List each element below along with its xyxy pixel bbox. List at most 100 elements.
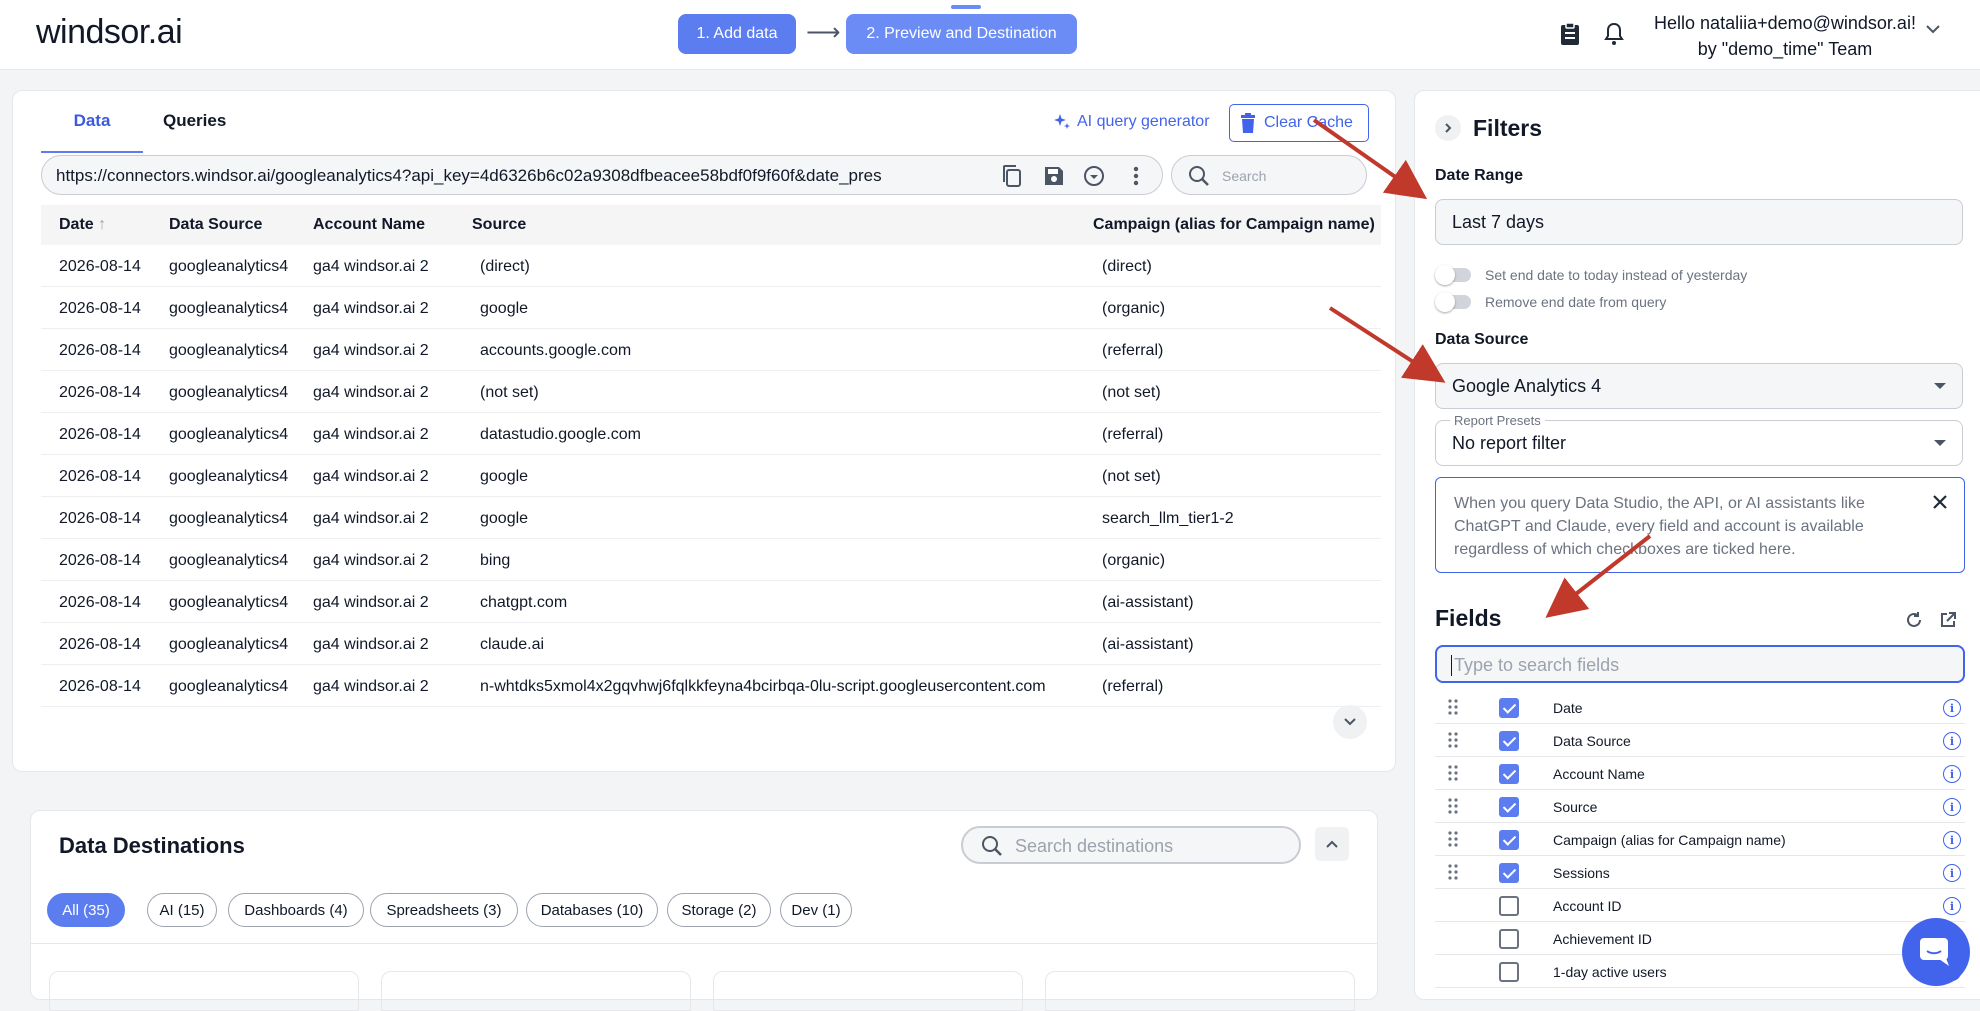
data-destinations-card: Data Destinations Search destinations Al… bbox=[30, 810, 1378, 1011]
greeting-line-2: by "demo_time" Team bbox=[1697, 39, 1873, 59]
ai-query-generator-link[interactable]: AI query generator bbox=[1053, 113, 1210, 131]
destination-tile[interactable] bbox=[1045, 971, 1355, 1011]
field-row[interactable]: Campaign (alias for Campaign name) i bbox=[1435, 823, 1965, 856]
destination-chip[interactable]: All (35) bbox=[47, 893, 125, 927]
info-icon[interactable]: i bbox=[1943, 864, 1961, 882]
field-checkbox[interactable] bbox=[1499, 896, 1519, 916]
column-header-source[interactable]: Source bbox=[472, 216, 526, 234]
destinations-search-input[interactable]: Search destinations bbox=[961, 826, 1301, 864]
info-icon[interactable]: i bbox=[1943, 732, 1961, 750]
more-vertical-icon[interactable] bbox=[1124, 164, 1148, 188]
info-icon[interactable]: i bbox=[1943, 831, 1961, 849]
table-row[interactable]: 2026-08-14 googleanalytics4 ga4 windsor.ai… bbox=[41, 497, 1381, 539]
field-row[interactable]: Source i bbox=[1435, 790, 1965, 823]
clear-cache-button[interactable]: Clear Cache bbox=[1229, 104, 1369, 142]
open-external-icon[interactable] bbox=[1937, 609, 1959, 631]
field-search-input[interactable]: Type to search fields bbox=[1435, 645, 1965, 683]
field-checkbox[interactable] bbox=[1499, 731, 1519, 751]
field-row[interactable]: Data Source i bbox=[1435, 724, 1965, 757]
field-checkbox[interactable] bbox=[1499, 797, 1519, 817]
column-header-campaign[interactable]: Campaign (alias for Campaign name) bbox=[1093, 216, 1375, 234]
sort-arrow-up-icon[interactable]: ↑ bbox=[98, 216, 106, 233]
column-header-account-name[interactable]: Account Name bbox=[313, 216, 425, 234]
toggle-switch[interactable] bbox=[1435, 265, 1471, 285]
save-icon[interactable] bbox=[1042, 164, 1066, 188]
step-preview-destination-button[interactable]: 2. Preview and Destination bbox=[846, 14, 1077, 54]
table-row[interactable]: 2026-08-14 googleanalytics4 ga4 windsor.ai… bbox=[41, 455, 1381, 497]
info-icon[interactable]: i bbox=[1943, 699, 1961, 717]
destination-chip[interactable]: Dashboards (4) bbox=[228, 893, 364, 927]
collapse-button[interactable] bbox=[1315, 827, 1349, 861]
toggle-end-date-today[interactable]: Set end date to today instead of yesterd… bbox=[1435, 265, 1747, 285]
close-icon[interactable] bbox=[1932, 494, 1948, 517]
clipboard-icon[interactable] bbox=[1556, 20, 1584, 48]
column-header-date[interactable]: Date ↑ bbox=[59, 216, 106, 234]
drag-handle-icon[interactable] bbox=[1447, 765, 1459, 781]
expand-button[interactable] bbox=[1333, 705, 1367, 739]
field-checkbox[interactable] bbox=[1499, 863, 1519, 883]
logo[interactable]: windsor.ai bbox=[36, 13, 183, 52]
toggle-remove-end-date[interactable]: Remove end date from query bbox=[1435, 292, 1666, 312]
destination-chip[interactable]: Databases (10) bbox=[526, 893, 658, 927]
info-icon[interactable]: i bbox=[1943, 765, 1961, 783]
date-range-value: Last 7 days bbox=[1452, 212, 1545, 232]
table-row[interactable]: 2026-08-14 googleanalytics4 ga4 windsor.ai… bbox=[41, 245, 1381, 287]
destination-tile[interactable] bbox=[713, 971, 1023, 1011]
toggle-switch[interactable] bbox=[1435, 292, 1471, 312]
drag-handle-icon[interactable] bbox=[1447, 699, 1459, 715]
query-url-field[interactable]: https://connectors.windsor.ai/googleanal… bbox=[41, 155, 1163, 195]
chevron-down-icon[interactable] bbox=[1924, 22, 1942, 40]
field-checkbox[interactable] bbox=[1499, 764, 1519, 784]
field-row[interactable]: Sessions i bbox=[1435, 856, 1965, 889]
refresh-icon[interactable] bbox=[1903, 609, 1925, 631]
destination-tile[interactable] bbox=[49, 971, 359, 1011]
cell-account-name: ga4 windsor.ai 2 bbox=[313, 300, 429, 317]
user-greeting[interactable]: Hello nataliia+demo@windsor.ai! by "demo… bbox=[1640, 10, 1930, 62]
field-row[interactable]: Date i bbox=[1435, 691, 1965, 724]
table-row[interactable]: 2026-08-14 googleanalytics4 ga4 windsor.ai… bbox=[41, 581, 1381, 623]
chat-support-button[interactable] bbox=[1902, 918, 1970, 986]
copy-icon[interactable] bbox=[1000, 164, 1024, 188]
table-row[interactable]: 2026-08-14 googleanalytics4 ga4 windsor.ai… bbox=[41, 371, 1381, 413]
drag-handle-icon[interactable] bbox=[1447, 732, 1459, 748]
field-checkbox[interactable] bbox=[1499, 962, 1519, 982]
destination-tile[interactable] bbox=[381, 971, 691, 1011]
info-notice-text: When you query Data Studio, the API, or … bbox=[1454, 495, 1865, 558]
field-row[interactable]: Account ID i bbox=[1435, 889, 1965, 922]
chevron-right-icon[interactable] bbox=[1435, 115, 1461, 141]
table-row[interactable]: 2026-08-14 googleanalytics4 ga4 windsor.ai… bbox=[41, 623, 1381, 665]
table-row[interactable]: 2026-08-14 googleanalytics4 ga4 windsor.ai… bbox=[41, 539, 1381, 581]
chevron-down-icon bbox=[1344, 718, 1356, 726]
drag-handle-icon[interactable] bbox=[1447, 798, 1459, 814]
table-row[interactable]: 2026-08-14 googleanalytics4 ga4 windsor.ai… bbox=[41, 329, 1381, 371]
field-checkbox[interactable] bbox=[1499, 830, 1519, 850]
info-icon[interactable]: i bbox=[1943, 897, 1961, 915]
data-source-select[interactable]: Google Analytics 4 bbox=[1435, 363, 1963, 409]
step-add-data-button[interactable]: 1. Add data bbox=[678, 14, 796, 54]
field-row[interactable]: Achievement IDi bbox=[1435, 922, 1965, 955]
date-range-select[interactable]: Last 7 days bbox=[1435, 199, 1963, 245]
destination-chip[interactable]: Spreadsheets (3) bbox=[370, 893, 518, 927]
bell-icon[interactable] bbox=[1600, 20, 1628, 48]
info-icon[interactable]: i bbox=[1943, 798, 1961, 816]
table-row[interactable]: 2026-08-14 googleanalytics4 ga4 windsor.ai… bbox=[41, 287, 1381, 329]
tab-data[interactable]: Data bbox=[41, 111, 143, 153]
field-checkbox[interactable] bbox=[1499, 929, 1519, 949]
destination-chip[interactable]: Storage (2) bbox=[667, 893, 771, 927]
report-presets-select[interactable]: Report Presets No report filter bbox=[1435, 413, 1963, 466]
field-row[interactable]: 1-day active usersi bbox=[1435, 955, 1965, 988]
table-search-input[interactable]: Search bbox=[1171, 155, 1367, 195]
column-header-data-source[interactable]: Data Source bbox=[169, 216, 262, 234]
field-checkbox[interactable] bbox=[1499, 698, 1519, 718]
drag-handle-icon[interactable] bbox=[1447, 831, 1459, 847]
destination-chip[interactable]: Dev (1) bbox=[780, 893, 852, 927]
circle-chevron-down-icon[interactable] bbox=[1082, 164, 1106, 188]
field-row[interactable]: Account Name i bbox=[1435, 757, 1965, 790]
destination-chip[interactable]: AI (15) bbox=[147, 893, 217, 927]
table-row[interactable]: 2026-08-14 googleanalytics4 ga4 windsor.ai… bbox=[41, 413, 1381, 455]
query-url-text[interactable]: https://connectors.windsor.ai/googleanal… bbox=[56, 166, 984, 186]
drag-handle-icon[interactable] bbox=[1447, 864, 1459, 880]
tab-queries[interactable]: Queries bbox=[163, 111, 226, 151]
cell-campaign: (not set) bbox=[1102, 384, 1161, 401]
table-row[interactable]: 2026-08-14 googleanalytics4 ga4 windsor.ai… bbox=[41, 665, 1381, 707]
